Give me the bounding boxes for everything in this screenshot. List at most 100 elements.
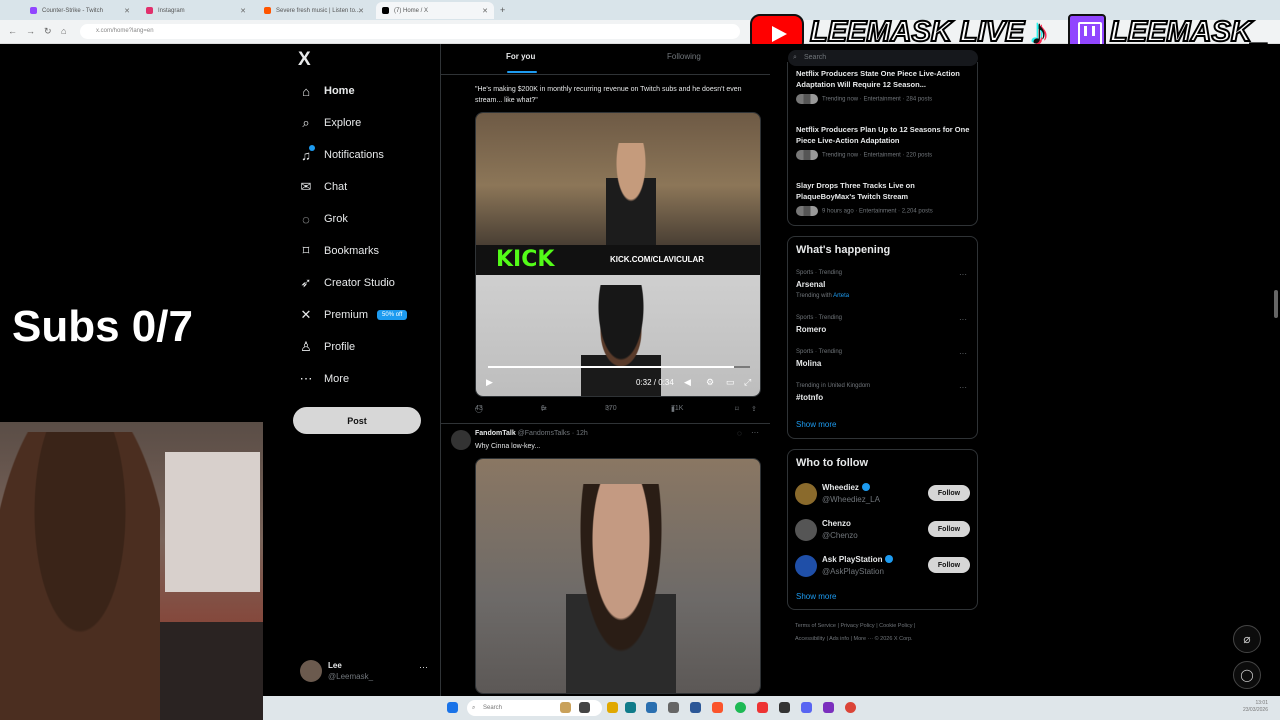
back-icon[interactable]: ←	[8, 26, 17, 36]
browser-tab[interactable]: Severe fresh music | Listen to... ✕	[258, 2, 370, 19]
edge-icon[interactable]	[625, 702, 636, 713]
app-icon[interactable]	[757, 702, 768, 713]
widgets-icon[interactable]	[560, 702, 571, 713]
task-view-icon[interactable]	[579, 702, 590, 713]
forward-icon[interactable]: →	[26, 26, 35, 36]
avatar[interactable]	[795, 555, 817, 577]
store-icon[interactable]	[646, 702, 657, 713]
file-explorer-icon[interactable]	[607, 702, 618, 713]
video-frame	[476, 459, 760, 693]
more-dots-icon[interactable]: ···	[419, 662, 428, 672]
trend-name[interactable]: Romero	[796, 325, 826, 334]
post-author[interactable]: FandomTalk	[475, 430, 516, 437]
avatar[interactable]	[451, 430, 471, 450]
browser-tab-active[interactable]: (7) Home / X ✕	[376, 2, 494, 19]
brave-icon[interactable]	[712, 702, 723, 713]
x-logo-icon[interactable]: X	[298, 49, 311, 71]
play-icon[interactable]: ▶	[486, 377, 493, 388]
trend-name[interactable]: Arsenal	[796, 280, 825, 289]
chrome-icon[interactable]	[845, 702, 856, 713]
nav-label: Notifications	[324, 149, 384, 161]
show-more-link[interactable]: Show more	[796, 420, 836, 429]
footer-links[interactable]: Terms of Service | Privacy Policy | Cook…	[795, 623, 915, 629]
news-title[interactable]: Netflix Producers Plan Up to 12 Seasons …	[796, 124, 974, 146]
nav-more[interactable]: ⋯ More	[298, 367, 350, 391]
clock-date: 23/03/2026	[1242, 707, 1268, 713]
nav-explore[interactable]: ⌕ Explore	[298, 111, 361, 135]
trend-name[interactable]: Molina	[796, 359, 821, 368]
grok-floating-icon[interactable]: ⌀	[1233, 625, 1261, 653]
rocket-icon: ➶	[300, 275, 312, 290]
avatar[interactable]	[795, 519, 817, 541]
browser-tab[interactable]: Counter-Strike - Twitch ✕	[24, 2, 136, 19]
more-dots-icon[interactable]: ···	[959, 315, 967, 324]
url-input[interactable]: x.com/home?lang=en	[80, 24, 740, 39]
nav-profile[interactable]: ♙ Profile	[298, 335, 355, 359]
nav-label: Premium	[324, 309, 369, 321]
new-tab-button[interactable]: +	[500, 5, 505, 15]
follow-suggestion-name[interactable]: Chenzo	[822, 519, 851, 528]
app-icon[interactable]	[823, 702, 834, 713]
post-text: "He's making $200K in monthly recurring …	[475, 86, 742, 104]
obs-icon[interactable]	[779, 702, 790, 713]
follow-suggestion-name[interactable]: Ask PlayStation	[822, 555, 894, 564]
spotify-icon[interactable]	[735, 702, 746, 713]
app-icon[interactable]	[690, 702, 701, 713]
trend-name[interactable]: #totnfo	[796, 393, 823, 402]
fullscreen-icon[interactable]: ⤢	[744, 377, 751, 388]
settings-icon[interactable]	[668, 702, 679, 713]
nav-grok[interactable]: ◌ Grok	[298, 207, 348, 231]
follow-button[interactable]: Follow	[928, 485, 970, 501]
more-dots-icon[interactable]: ···	[751, 428, 759, 437]
post-actions: ◯ 43 ⇄ 6 ♡ 370 ▮ 71K ⌑ ⇪	[475, 405, 761, 419]
news-title[interactable]: Slayr Drops Three Tracks Live on PlaqueB…	[796, 180, 974, 202]
pip-icon[interactable]: ▭	[726, 377, 735, 388]
post-button[interactable]: Post	[293, 407, 421, 434]
tab-close-icon[interactable]: ✕	[358, 7, 364, 15]
more-dots-icon[interactable]: ···	[959, 383, 967, 392]
nav-home[interactable]: ⌂ Home	[298, 79, 355, 103]
nav-bookmarks[interactable]: ⌑ Bookmarks	[298, 239, 379, 263]
trend-context-link[interactable]: Arteta	[833, 293, 849, 299]
account-switcher[interactable]: Lee @Leemask_ ···	[300, 660, 440, 690]
footer-links[interactable]: Accessibility | Ads info | More ··· © 20…	[795, 636, 913, 642]
tab-following[interactable]: Following	[667, 52, 701, 61]
tab-close-icon[interactable]: ✕	[240, 7, 246, 15]
tabs-divider	[441, 74, 770, 75]
post-video[interactable]	[475, 458, 761, 694]
follow-button[interactable]: Follow	[928, 557, 970, 573]
volume-icon[interactable]: ◀	[684, 377, 691, 388]
taskbar-clock[interactable]: 13:01 23/03/2026	[1243, 700, 1268, 714]
page-scrollbar[interactable]	[1274, 290, 1278, 318]
avatar[interactable]	[795, 483, 817, 505]
grok-icon[interactable]: ◌	[737, 429, 742, 438]
follow-suggestion-name[interactable]: Wheediez	[822, 483, 870, 492]
nav-premium[interactable]: ✕ Premium 50% off	[298, 303, 408, 327]
search-placeholder: Search	[804, 54, 827, 61]
browser-tab[interactable]: Instagram ✕	[140, 2, 252, 19]
bookmark-icon[interactable]: ⌑	[735, 405, 739, 413]
settings-icon[interactable]: ⚙	[706, 377, 714, 388]
more-dots-icon[interactable]: ···	[959, 349, 967, 358]
more-dots-icon[interactable]: ···	[959, 270, 967, 279]
premium-discount-badge: 50% off	[377, 310, 408, 320]
reload-icon[interactable]: ↻	[44, 26, 52, 37]
nav-label: Chat	[324, 181, 348, 193]
start-icon[interactable]	[447, 702, 458, 713]
nav-chat[interactable]: ✉ Chat	[298, 175, 348, 199]
messages-floating-icon[interactable]: ◯	[1233, 661, 1261, 689]
share-icon[interactable]: ⇪	[751, 405, 757, 413]
video-progress-bar[interactable]	[488, 366, 750, 368]
post-video[interactable]: KICK KICK.COM/CLAVICULAR ▶ 0:32 / 0:34 ◀…	[475, 112, 761, 397]
discord-icon[interactable]	[801, 702, 812, 713]
tab-for-you[interactable]: For you	[506, 52, 535, 61]
tab-close-icon[interactable]: ✕	[124, 7, 130, 15]
nav-creator-studio[interactable]: ➶ Creator Studio	[298, 271, 395, 295]
tab-close-icon[interactable]: ✕	[482, 7, 488, 15]
nav-label: Profile	[324, 341, 356, 353]
show-more-link[interactable]: Show more	[796, 592, 836, 601]
news-title[interactable]: Netflix Producers State One Piece Live-A…	[796, 68, 974, 90]
home-icon[interactable]: ⌂	[61, 26, 66, 36]
follow-button[interactable]: Follow	[928, 521, 970, 537]
grok-icon: ◌	[302, 211, 310, 227]
